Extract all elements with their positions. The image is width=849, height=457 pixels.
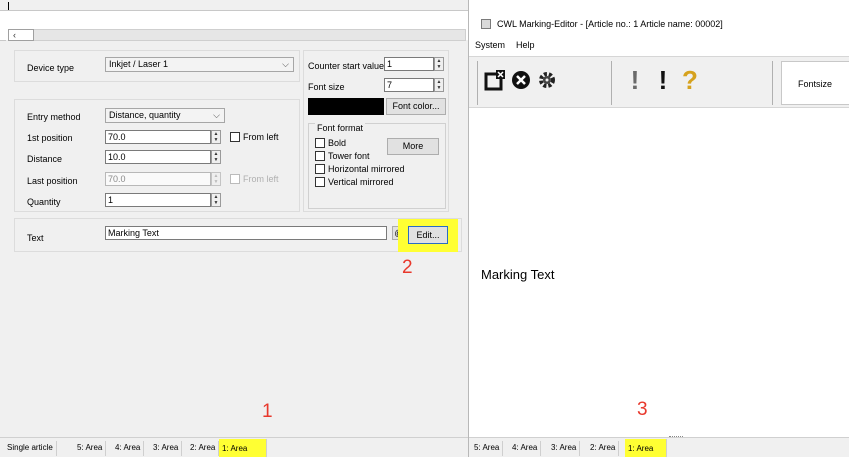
tower-font-checkbox[interactable] xyxy=(315,151,325,161)
horizontal-mirrored-label: Horizontal mirrored xyxy=(328,164,405,174)
question-icon[interactable]: ? xyxy=(679,63,701,97)
marking-text-input[interactable]: Marking Text xyxy=(105,226,387,240)
horizontal-mirrored-checkbox[interactable] xyxy=(315,164,325,174)
tab-area-4[interactable]: 4: Area xyxy=(112,441,145,456)
editor-canvas[interactable]: Marking Text 3 xyxy=(469,108,849,437)
entry-method-value: Distance, quantity xyxy=(109,110,181,120)
font-size-label: Font size xyxy=(308,82,345,92)
counter-start-input[interactable]: 1 xyxy=(384,57,434,71)
annotation-1: 1 xyxy=(262,401,273,422)
position-group: Entry method Distance, quantity ⌵ 1st po… xyxy=(14,99,300,212)
marking-editor-window: CWL Marking-Editor - [Article no.: 1 Art… xyxy=(468,0,849,457)
settings-gear-icon[interactable] xyxy=(535,65,559,99)
quantity-input[interactable]: 1 xyxy=(105,193,211,207)
font-format-title: Font format xyxy=(315,123,366,133)
tab-area-2[interactable]: 2: Area xyxy=(587,441,620,456)
device-type-label: Device type xyxy=(27,63,75,73)
tab-area-1[interactable]: 1: Area xyxy=(625,439,667,457)
font-size-spinner[interactable]: ▲ ▼ xyxy=(434,78,444,92)
vertical-mirrored-checkbox[interactable] xyxy=(315,177,325,187)
chevron-down-icon: ⌵ xyxy=(213,110,220,120)
device-type-dropdown[interactable]: Inkjet / Laser 1 ⌵ xyxy=(105,57,294,72)
toolbar-separator xyxy=(477,61,478,105)
menu-bar: System Help xyxy=(469,36,849,54)
left-window: ‹ Device type Inkjet / Laser 1 ⌵ Counter… xyxy=(0,0,470,457)
ruler-tick xyxy=(8,2,9,10)
quantity-label: Quantity xyxy=(27,197,61,207)
chevron-down-icon: ⌵ xyxy=(282,59,289,69)
entry-method-label: Entry method xyxy=(27,112,81,122)
right-tab-bar: 5: Area 4: Area 3: Area 2: Area 1: Area xyxy=(469,437,849,457)
distance-label: Distance xyxy=(27,154,63,164)
left-tab-bar: Single article 5: Area 4: Area 3: Area 2… xyxy=(0,437,470,457)
horizontal-scrollbar[interactable] xyxy=(34,29,466,41)
tab-area-5[interactable]: 5: Area xyxy=(471,441,504,456)
bold-checkbox[interactable] xyxy=(315,138,325,148)
tab-area-4[interactable]: 4: Area xyxy=(509,441,542,456)
distance-spinner[interactable]: ▲ ▼ xyxy=(211,150,221,164)
fontsize-panel: Fontsize xyxy=(781,61,849,105)
tab-single-article[interactable]: Single article xyxy=(4,441,57,456)
text-label: Text xyxy=(27,233,44,243)
first-position-input[interactable]: 70.0 xyxy=(105,130,211,144)
menu-help[interactable]: Help xyxy=(516,40,535,50)
scroll-left-button[interactable]: ‹ xyxy=(8,29,34,41)
last-from-left-checkbox xyxy=(230,174,240,184)
font-format-frame: Font format More Bold Tower font Horizon… xyxy=(308,123,446,209)
device-type-value: Inkjet / Laser 1 xyxy=(109,59,169,69)
device-type-group: Device type Inkjet / Laser 1 ⌵ xyxy=(14,50,300,82)
exclamation-icon[interactable]: ! xyxy=(654,63,672,97)
edit-highlight: Edit... xyxy=(398,219,458,252)
divider xyxy=(0,40,6,41)
vertical-mirrored-label: Vertical mirrored xyxy=(328,177,394,187)
tab-area-3[interactable]: 3: Area xyxy=(150,441,183,456)
first-from-left-label: From left xyxy=(243,132,279,142)
tab-area-5[interactable]: 5: Area xyxy=(74,441,107,456)
entry-method-dropdown[interactable]: Distance, quantity ⌵ xyxy=(105,108,225,123)
toolbar-separator xyxy=(772,61,773,105)
bold-label: Bold xyxy=(328,138,347,148)
canvas-marking-text[interactable]: Marking Text xyxy=(481,267,554,282)
edit-button[interactable]: Edit... xyxy=(408,226,448,244)
counter-start-spinner[interactable]: ▲ ▼ xyxy=(434,57,444,71)
last-from-left-label: From left xyxy=(243,174,279,184)
last-position-input: 70.0 xyxy=(105,172,211,186)
annotation-2: 2 xyxy=(402,257,413,278)
top-scroll-area: ‹ xyxy=(0,2,470,41)
font-color-button[interactable]: Font color... xyxy=(386,98,446,115)
text-group: Text Marking Text @ Edit... xyxy=(14,218,462,252)
last-position-spinner: ▲ ▼ xyxy=(211,172,221,186)
annotation-3: 3 xyxy=(637,399,648,420)
toolbar-separator xyxy=(611,61,612,105)
counter-start-label: Counter start value xyxy=(308,61,385,71)
fontsize-label: Fontsize xyxy=(798,79,833,89)
window-title: CWL Marking-Editor - [Article no.: 1 Art… xyxy=(497,19,723,29)
tower-font-label: Tower font xyxy=(328,151,370,161)
quantity-spinner[interactable]: ▲ ▼ xyxy=(211,193,221,207)
tab-area-2[interactable]: 2: Area xyxy=(187,441,220,456)
more-button[interactable]: More xyxy=(387,138,439,155)
first-position-spinner[interactable]: ▲ ▼ xyxy=(211,130,221,144)
app-icon xyxy=(481,19,491,29)
toolbar: ! ! ? Fontsize xyxy=(469,56,849,108)
exclamation-icon[interactable]: ! xyxy=(626,63,644,97)
close-icon[interactable] xyxy=(509,65,533,99)
title-bar: CWL Marking-Editor - [Article no.: 1 Art… xyxy=(469,14,849,36)
last-position-label: Last position xyxy=(27,176,78,186)
save-exit-icon[interactable] xyxy=(483,65,507,99)
tab-area-3[interactable]: 3: Area xyxy=(548,441,581,456)
font-color-swatch xyxy=(308,98,384,115)
menu-system[interactable]: System xyxy=(475,40,505,50)
font-settings-group: Counter start value 1 ▲ ▼ Font size 7 ▲ ▼ … xyxy=(303,50,449,212)
distance-input[interactable]: 10.0 xyxy=(105,150,211,164)
first-position-label: 1st position xyxy=(27,133,73,143)
tab-area-1[interactable]: 1: Area xyxy=(219,439,267,457)
first-from-left-checkbox[interactable] xyxy=(230,132,240,142)
font-size-input[interactable]: 7 xyxy=(384,78,434,92)
